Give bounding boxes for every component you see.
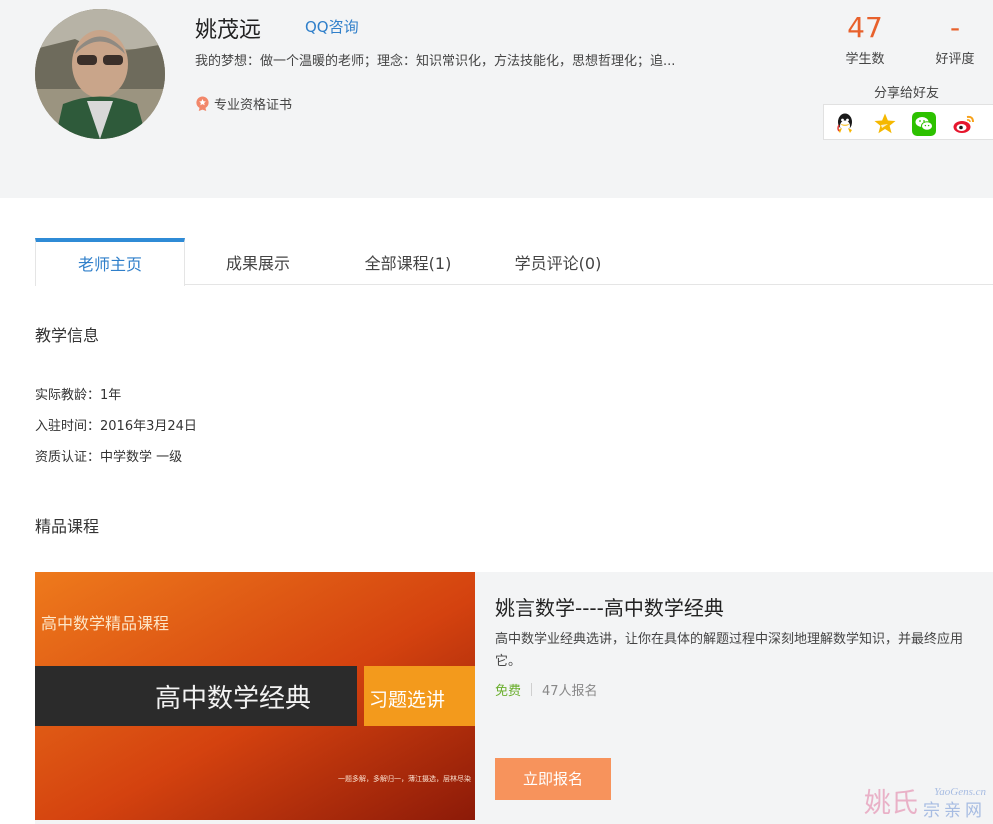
info-teaching-years: 实际教龄：1年 (35, 388, 122, 403)
qzone-star-icon[interactable] (873, 112, 897, 136)
price-free: 免费 (495, 684, 522, 699)
weibo-icon[interactable] (952, 112, 976, 136)
qq-icon[interactable] (833, 112, 857, 136)
students-label: 学生数 (845, 52, 885, 67)
share-label: 分享给好友 (874, 86, 940, 101)
rating-label: 好评度 (935, 52, 975, 67)
tab-all-courses[interactable]: 全部课程(1) (333, 238, 483, 284)
thumb-small-text: 一题多解，多解归一，薄江摄选，层林尽染 (338, 774, 471, 783)
cert-label: 专业资格证书 (214, 98, 293, 113)
thumb-side-text: 习题选讲 (369, 689, 445, 711)
info-join-date: 入驻时间：2016年3月24日 (35, 419, 197, 434)
course-description: 高中数学业经典选讲，让你在具体的解题过程中深刻地理解数学知识，并最终应用它。 (495, 632, 964, 669)
watermark-text-3: 宗亲网 (923, 801, 986, 820)
tab-teacher-home[interactable]: 老师主页 (35, 238, 185, 286)
featured-courses-title: 精品课程 (35, 517, 100, 536)
teacher-motto: 我的梦想：做一个温暖的老师；理念：知识常识化，方法技能化，思想哲理化；追... (195, 54, 676, 69)
qq-consult-link[interactable]: QQ咨询 (305, 16, 359, 37)
share-box (823, 104, 993, 140)
enrolled-count: 47人报名 (542, 684, 598, 699)
award-icon (196, 96, 209, 111)
cert-badge[interactable]: 专业资格证书 (195, 94, 292, 113)
thumb-main-text: 高中数学经典 (155, 684, 311, 713)
price-row: 免费 47人报名 (495, 680, 598, 699)
course-thumbnail[interactable]: 高中数学精品课程 高中数学经典 习题选讲 一题多解，多解归一，薄江摄选，层林尽染 (35, 572, 475, 820)
watermark-text-1: 姚氏 (864, 788, 918, 818)
course-card: 高中数学精品课程 高中数学经典 习题选讲 一题多解，多解归一，薄江摄选，层林尽染… (35, 572, 993, 824)
students-count: 47 (847, 11, 883, 44)
wechat-icon[interactable] (912, 112, 936, 136)
enroll-now-button[interactable]: 立即报名 (495, 758, 611, 800)
tab-bar: 老师主页 成果展示 全部课程(1) 学员评论(0) (35, 238, 993, 286)
teacher-name: 姚茂远 (195, 18, 262, 43)
teacher-avatar (35, 9, 165, 139)
rating-stat: - 好评度 (928, 10, 982, 67)
tab-reviews[interactable]: 学员评论(0) (484, 238, 632, 284)
course-title[interactable]: 姚言数学----高中数学经典 (495, 592, 724, 621)
teacher-header: 姚茂远 QQ咨询 我的梦想：做一个温暖的老师；理念：知识常识化，方法技能化，思想… (0, 0, 993, 198)
divider (531, 683, 533, 696)
watermark-logo: 姚氏 YaoGens.cn 宗亲网 (864, 786, 986, 820)
rating-value: - (949, 11, 961, 44)
info-qualification: 资质认证：中学数学 一级 (35, 450, 183, 465)
teaching-info-title: 教学信息 (35, 326, 100, 345)
tab-achievements[interactable]: 成果展示 (184, 238, 332, 284)
thumb-top-text: 高中数学精品课程 (41, 615, 169, 633)
students-stat: 47 学生数 (840, 10, 890, 67)
watermark-text-2: YaoGens.cn (934, 786, 986, 798)
